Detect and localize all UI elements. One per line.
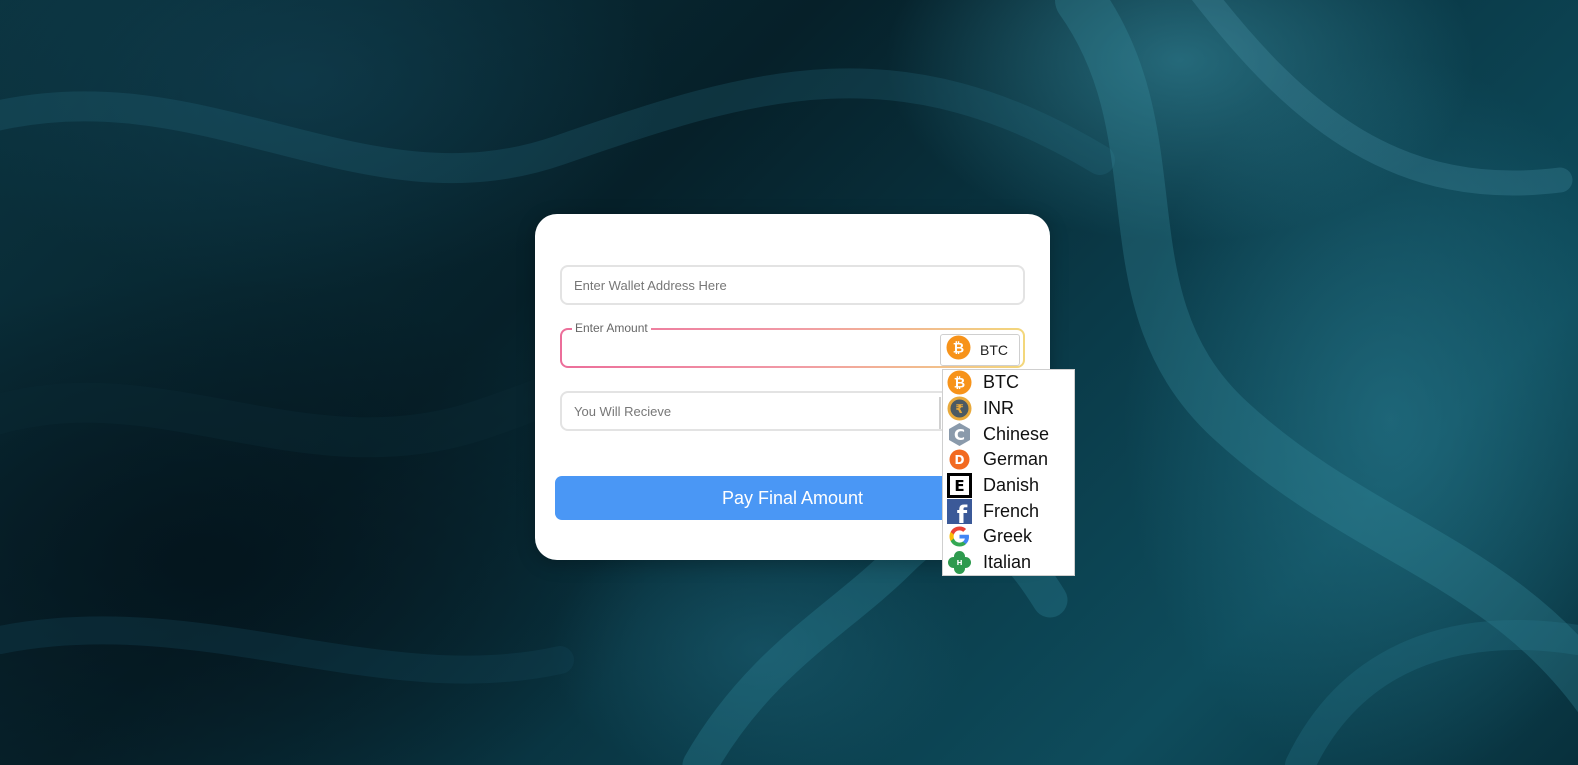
currency-option-german[interactable]: D German — [943, 447, 1074, 473]
google-icon — [947, 524, 972, 549]
currency-option-italian[interactable]: H Italian — [943, 550, 1074, 575]
selected-currency-label: BTC — [980, 342, 1008, 358]
svg-text:f: f — [957, 501, 968, 524]
amount-label: Enter Amount — [572, 321, 651, 335]
bitcoin-icon: ₿ — [946, 335, 971, 365]
wallet-address-input[interactable] — [562, 267, 1014, 303]
amount-input[interactable] — [562, 330, 934, 366]
currency-dropdown[interactable]: ₿ BTC ₹ INR C Chinese D German E Danish … — [942, 369, 1075, 576]
wallet-address-field[interactable] — [560, 265, 1025, 305]
currency-option-label: Danish — [983, 475, 1040, 496]
currency-option-label: French — [983, 500, 1040, 521]
boxed-e-icon: E — [947, 473, 972, 499]
currency-option-french[interactable]: f French — [943, 498, 1074, 524]
receive-currency-edge — [939, 397, 941, 429]
orange-d-icon: D — [947, 447, 972, 472]
currency-option-danish[interactable]: E Danish — [943, 473, 1074, 499]
bitcoin-icon: ₿ — [947, 370, 972, 395]
amount-field[interactable]: Enter Amount ₿ BTC — [560, 321, 1025, 368]
currency-option-btc[interactable]: ₿ BTC — [943, 370, 1074, 396]
hexagon-c-icon: C — [947, 422, 972, 447]
currency-option-label: Italian — [983, 552, 1032, 573]
receive-input[interactable] — [562, 393, 934, 429]
svg-text:D: D — [955, 453, 965, 467]
currency-option-inr[interactable]: ₹ INR — [943, 396, 1074, 422]
svg-text:₹: ₹ — [955, 402, 963, 416]
currency-option-label: INR — [983, 398, 1014, 419]
currency-option-greek[interactable]: Greek — [943, 524, 1074, 550]
svg-text:C: C — [954, 426, 965, 444]
currency-option-label: Greek — [983, 526, 1033, 547]
svg-text:₿: ₿ — [953, 341, 964, 357]
currency-option-label: German — [983, 449, 1049, 470]
currency-option-chinese[interactable]: C Chinese — [943, 421, 1074, 447]
svg-text:H: H — [957, 559, 963, 567]
svg-text:₿: ₿ — [954, 376, 965, 392]
facebook-icon: f — [947, 498, 972, 524]
clover-icon: H — [947, 550, 972, 575]
rupee-coin-icon: ₹ — [947, 396, 972, 421]
currency-select[interactable]: ₿ BTC — [940, 334, 1020, 366]
currency-option-label: BTC — [983, 372, 1019, 393]
svg-text:E: E — [954, 477, 964, 495]
currency-option-label: Chinese — [983, 423, 1050, 444]
